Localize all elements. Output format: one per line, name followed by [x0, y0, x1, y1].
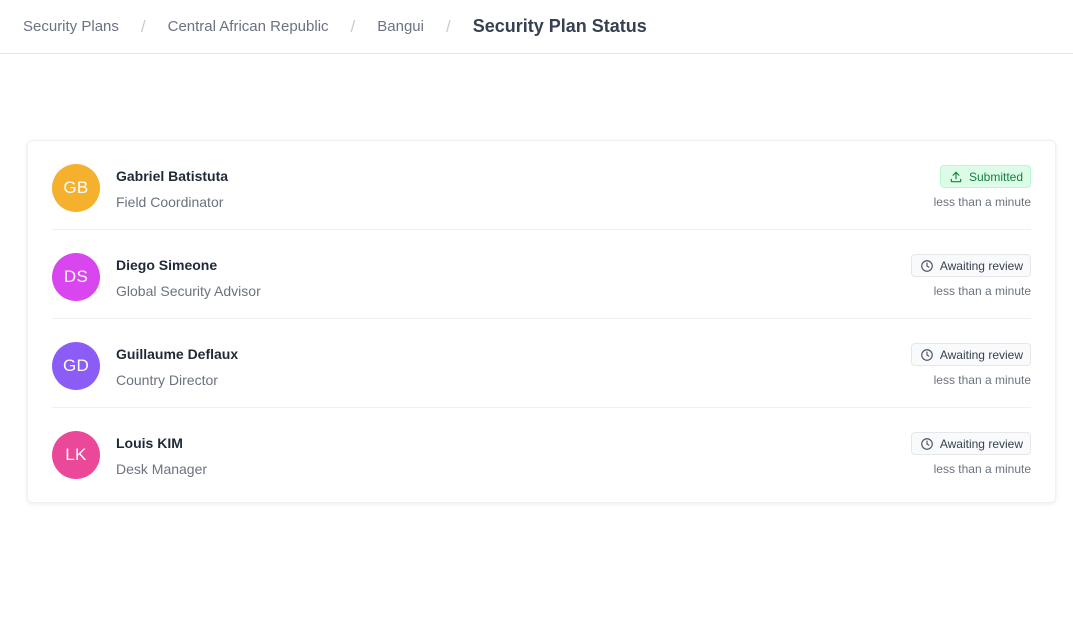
- person-name: Gabriel Batistuta: [116, 168, 229, 184]
- timestamp: less than a minute: [933, 284, 1031, 298]
- person-role: Global Security Advisor: [116, 283, 261, 299]
- status-label: Awaiting review: [939, 347, 1023, 362]
- avatar: GB: [52, 164, 100, 212]
- status-list: GB Gabriel Batistuta Field Coordinator S…: [27, 140, 1056, 503]
- status-badge: Submitted: [939, 165, 1031, 188]
- status-badge: Awaiting review: [910, 343, 1031, 366]
- breadcrumb-separator: /: [350, 16, 356, 36]
- list-item[interactable]: GB Gabriel Batistuta Field Coordinator S…: [52, 141, 1031, 230]
- clock-icon: [921, 259, 933, 272]
- clock-icon: [921, 348, 933, 361]
- avatar: DS: [52, 253, 100, 301]
- breadcrumb-security-plans[interactable]: Security Plans: [23, 18, 119, 35]
- timestamp: less than a minute: [933, 373, 1031, 387]
- avatar: GD: [52, 342, 100, 390]
- person-role: Field Coordinator: [116, 194, 224, 210]
- person-role: Country Director: [116, 372, 218, 388]
- status-badge: Awaiting review: [910, 432, 1031, 455]
- timestamp: less than a minute: [933, 195, 1031, 209]
- list-item[interactable]: DS Diego Simeone Global Security Advisor…: [52, 230, 1031, 319]
- person-role: Desk Manager: [116, 461, 208, 477]
- upload-icon: [950, 171, 962, 182]
- status-label: Awaiting review: [939, 436, 1023, 451]
- person-name: Louis KIM: [116, 435, 183, 451]
- breadcrumb-separator: /: [445, 16, 451, 36]
- breadcrumb-city[interactable]: Bangui: [377, 18, 424, 35]
- breadcrumb-separator: /: [140, 16, 146, 36]
- person-name: Diego Simeone: [116, 257, 218, 273]
- timestamp: less than a minute: [933, 462, 1031, 476]
- clock-icon: [921, 437, 933, 450]
- list-item[interactable]: GD Guillaume Deflaux Country Director Aw…: [52, 319, 1031, 408]
- page-title: Security Plan Status: [472, 16, 647, 36]
- status-badge: Awaiting review: [910, 254, 1031, 277]
- person-name: Guillaume Deflaux: [116, 346, 239, 362]
- breadcrumb: Security Plans / Central African Republi…: [0, 0, 1073, 54]
- avatar: LK: [52, 431, 100, 479]
- status-label: Awaiting review: [939, 258, 1023, 273]
- status-label: Submitted: [968, 169, 1023, 184]
- breadcrumb-country[interactable]: Central African Republic: [168, 18, 329, 35]
- list-item[interactable]: LK Louis KIM Desk Manager Awaiting revie…: [52, 408, 1031, 497]
